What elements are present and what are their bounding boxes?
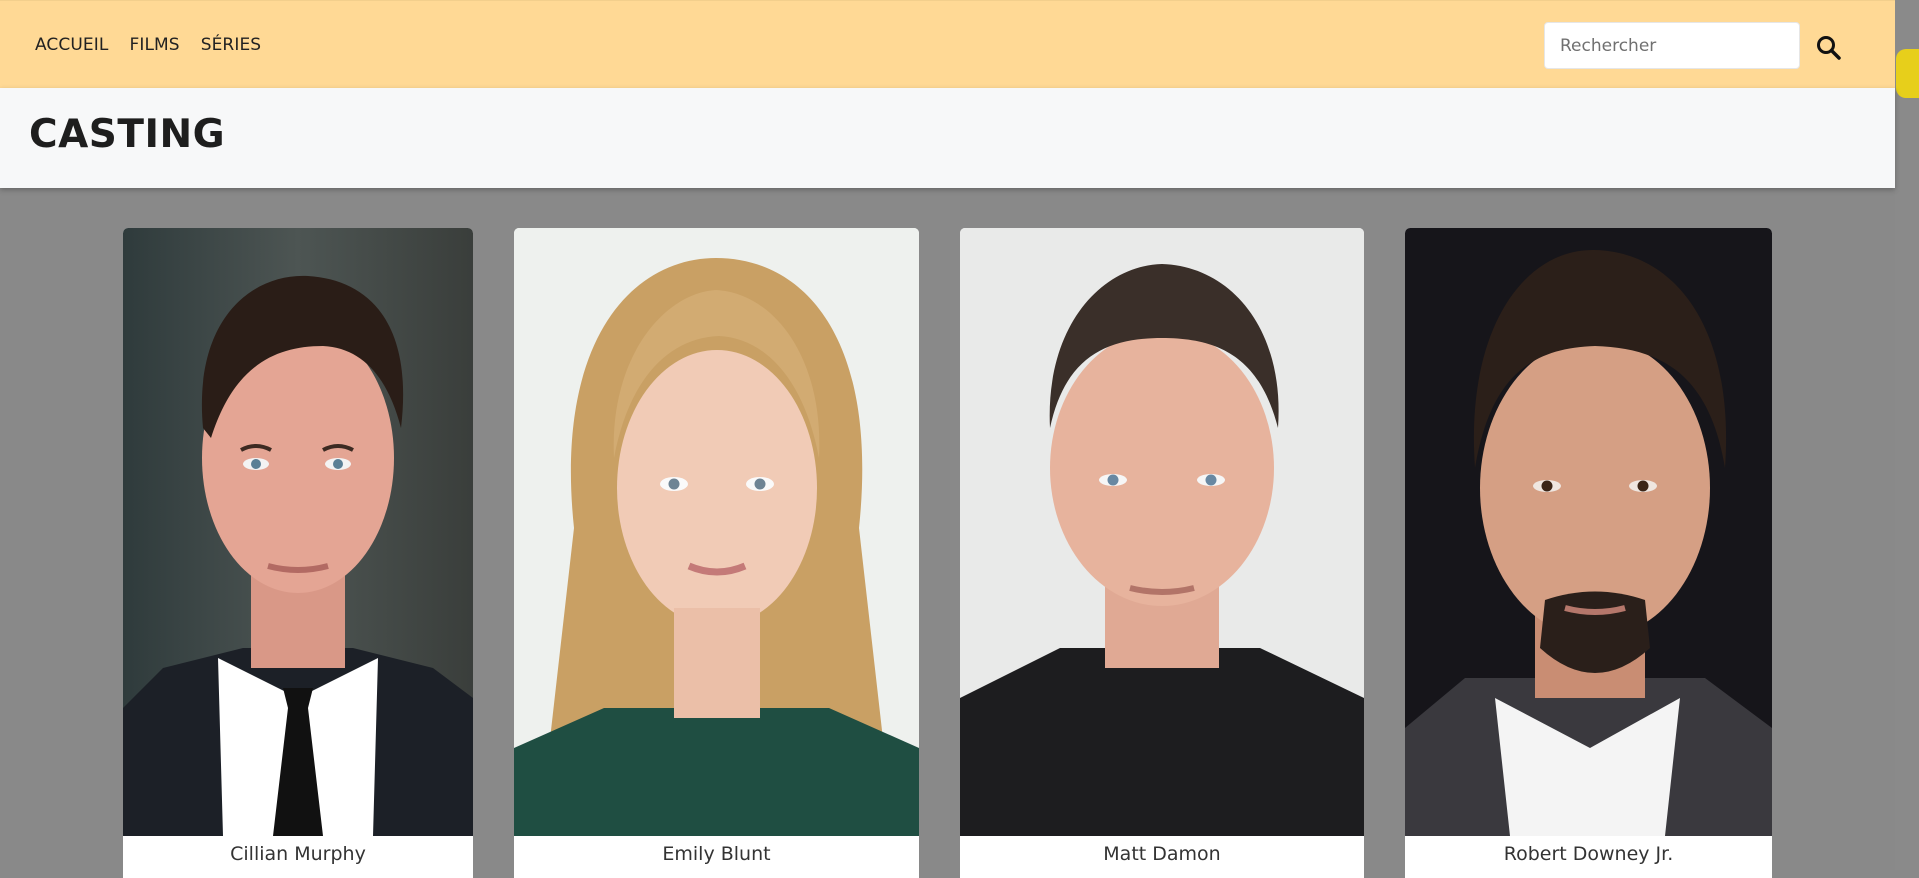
actor-name: Cillian Murphy [230,843,366,865]
actor-name: Matt Damon [1103,843,1221,865]
search-icon [1817,36,1841,60]
page-header: CASTING [0,88,1895,188]
cast-card[interactable]: Robert Downey Jr. [1405,228,1772,878]
nav-links: ACCUEIL FILMS SÉRIES [35,35,261,55]
actor-name: Robert Downey Jr. [1503,843,1674,865]
page-title: CASTING [29,112,226,157]
cast-card[interactable]: Matt Damon [960,228,1364,878]
nav-link-series[interactable]: SÉRIES [201,35,262,55]
actor-name: Emily Blunt [662,843,771,865]
top-navbar: ACCUEIL FILMS SÉRIES [0,0,1895,88]
scrollbar-thumb[interactable] [1896,49,1919,98]
cast-card[interactable]: Emily Blunt [514,228,919,878]
nav-link-films[interactable]: FILMS [129,35,179,55]
actor-photo [514,228,919,836]
scrollbar-track[interactable] [1895,0,1919,870]
search-button[interactable] [1812,31,1846,65]
actor-photo [123,228,473,836]
nav-link-accueil[interactable]: ACCUEIL [35,35,108,55]
actor-photo [960,228,1364,836]
search-input[interactable] [1544,22,1800,69]
actor-photo [1405,228,1772,836]
cast-card[interactable]: Cillian Murphy [123,228,473,878]
